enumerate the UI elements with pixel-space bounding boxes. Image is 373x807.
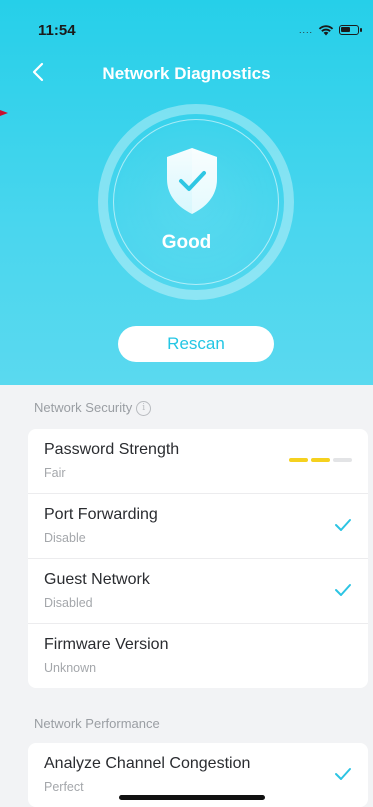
section-heading-security: Network Security i bbox=[34, 400, 152, 417]
list-item-port-forwarding[interactable]: Port Forwarding Disable bbox=[28, 494, 368, 559]
rescan-button[interactable]: Rescan bbox=[118, 326, 274, 362]
strength-segment bbox=[311, 458, 330, 462]
info-icon[interactable]: i bbox=[136, 401, 152, 417]
status-time: 11:54 bbox=[38, 22, 76, 39]
status-bar: 11:54 .... bbox=[0, 0, 373, 44]
strength-segment bbox=[333, 458, 352, 462]
list-item-title: Port Forwarding bbox=[44, 506, 158, 523]
list-item-subtitle: Disable bbox=[44, 531, 86, 545]
battery-icon bbox=[339, 25, 362, 35]
list-item-firmware-version[interactable]: Firmware Version Unknown bbox=[28, 624, 368, 688]
password-strength-bar bbox=[289, 458, 352, 462]
list-item-password-strength[interactable]: Password Strength Fair bbox=[28, 429, 368, 494]
list-item-guest-network[interactable]: Guest Network Disabled bbox=[28, 559, 368, 624]
list-item-title: Analyze Channel Congestion bbox=[44, 755, 251, 772]
check-icon bbox=[335, 584, 351, 596]
page-title: Network Diagnostics bbox=[102, 64, 271, 83]
wifi-icon bbox=[318, 25, 334, 36]
nav-bar: Network Diagnostics bbox=[0, 56, 373, 90]
section-heading-performance: Network Performance bbox=[34, 716, 160, 731]
list-item-title: Password Strength bbox=[44, 441, 180, 458]
section-heading-label: Network Security bbox=[34, 400, 133, 415]
list-item-subtitle: Unknown bbox=[44, 661, 97, 675]
list-item-subtitle: Disabled bbox=[44, 596, 93, 610]
list-item-title: Guest Network bbox=[44, 571, 150, 588]
diagnosis-status: Good bbox=[161, 232, 212, 253]
signal-icon: .... bbox=[298, 25, 313, 35]
list-item-subtitle: Fair bbox=[44, 466, 66, 480]
shield-check-icon bbox=[167, 148, 217, 214]
check-icon bbox=[335, 768, 351, 780]
home-indicator[interactable] bbox=[119, 795, 265, 800]
list-item-title: Firmware Version bbox=[44, 636, 169, 653]
strength-segment bbox=[289, 458, 308, 462]
arrow-marker-icon bbox=[0, 110, 8, 116]
check-icon bbox=[335, 519, 351, 531]
security-card: Password Strength Fair Port Forwarding D… bbox=[28, 429, 368, 688]
status-icons: .... bbox=[298, 24, 362, 36]
list-item-subtitle: Perfect bbox=[44, 780, 84, 794]
